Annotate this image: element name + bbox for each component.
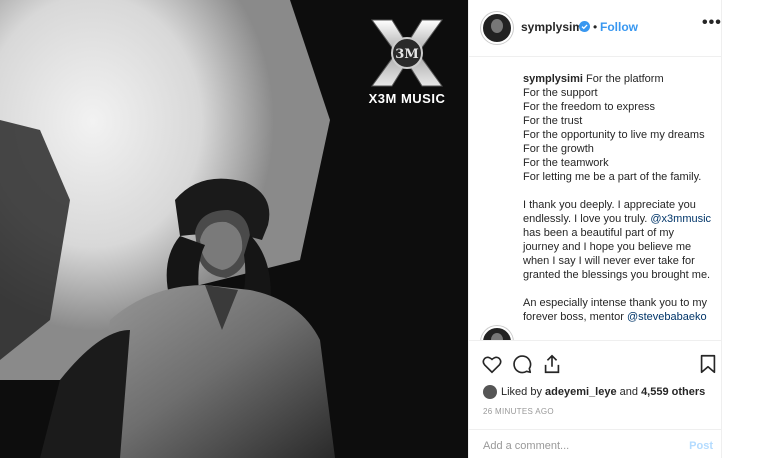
share-icon[interactable] (541, 353, 563, 375)
caption-username[interactable]: symplysimi (523, 73, 583, 85)
post-caption: symplysimi For the platform For the supp… (523, 72, 713, 324)
caption-line: For the growth (523, 143, 594, 155)
x3m-logo-mark: 3M (371, 19, 443, 87)
logo-monogram: 3M (395, 47, 418, 62)
caption-paragraph: I thank you deeply. I appreciate you end… (523, 198, 713, 282)
post-comment-button[interactable]: Post (689, 440, 713, 452)
caption-paragraph: An especially intense thank you to my fo… (523, 296, 713, 324)
comment-icon[interactable] (511, 353, 533, 375)
caption-line: For the opportunity to live my dreams (523, 129, 705, 141)
more-options-icon[interactable]: ••• (702, 14, 722, 32)
caption-line: For the support (523, 87, 598, 99)
comment-box[interactable]: Add a comment... Post (469, 429, 721, 460)
caption-line: For the freedom to express (523, 101, 656, 113)
follow-button[interactable]: Follow (600, 20, 638, 34)
likes-prefix: Liked by (501, 385, 546, 398)
comment-input[interactable]: Add a comment... (483, 440, 569, 452)
caption-line: For letting me be a part of the family. (523, 171, 702, 183)
logo-text: X3M MUSIC (368, 91, 446, 106)
liker-username[interactable]: adeyemi_leye (545, 386, 617, 398)
caption-line: For the trust (523, 115, 583, 127)
caption-line: For the teamwork (523, 157, 609, 169)
mention-link-x3mmusic[interactable]: @x3mmusic (650, 213, 711, 225)
likes-count[interactable]: 4,559 others (641, 386, 705, 398)
avatar[interactable] (481, 12, 513, 44)
header-username[interactable]: symplysimi (521, 20, 586, 34)
post-timestamp[interactable]: 26 MINUTES AGO (483, 407, 554, 416)
mention-link-stevebabaeko[interactable]: @stevebabaeko (627, 311, 707, 323)
verified-badge-icon (579, 21, 590, 32)
post-actions: Liked by adeyemi_leye and 4,559 others 2… (469, 340, 721, 459)
liker-avatar[interactable] (483, 385, 497, 399)
bookmark-icon[interactable] (697, 353, 719, 375)
header-separator: • (593, 20, 598, 34)
post-sidebar: symplysimi • Follow ••• symplysimi For t… (468, 0, 722, 459)
heart-icon[interactable] (481, 353, 503, 375)
caption-line: For the platform (585, 73, 664, 85)
caption-text: has been a beautiful part of my journey … (523, 227, 711, 281)
likes-summary: Liked by adeyemi_leye and 4,559 others (483, 385, 705, 399)
post-header: symplysimi • Follow ••• (469, 0, 721, 57)
x3m-music-logo: 3M X3M MUSIC (362, 18, 452, 106)
likes-middle: and (616, 385, 642, 398)
